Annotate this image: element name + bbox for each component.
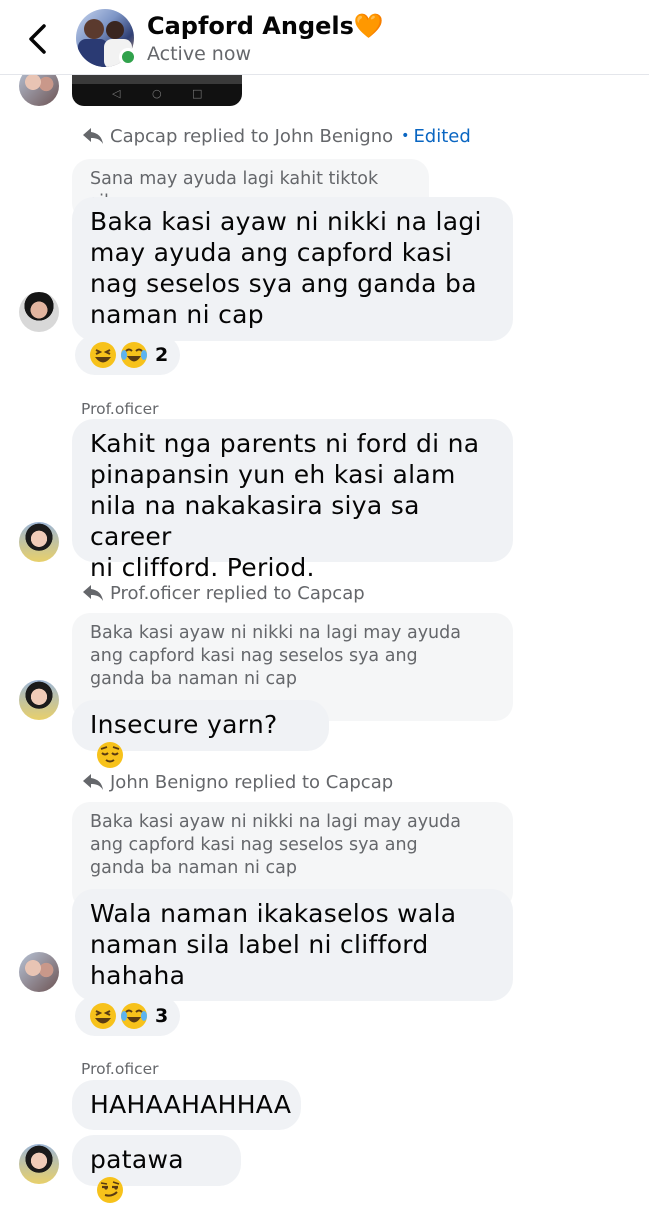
reply-context-text: Prof.oficer replied to Capcap [110,583,365,604]
message-line: Baka kasi ayaw ni nikki na lagi [90,207,482,236]
reaction-count: 2 [155,344,169,366]
avatar-prof-oficer[interactable] [19,1144,59,1184]
quoted-text: ganda ba naman ni cap [90,858,297,878]
message-bubble[interactable]: HAHAAHAHHAA [72,1080,301,1130]
message-line: may ayuda ang capford kasi [90,238,453,267]
message-line: hahaha [90,961,186,990]
quoted-text: ang capford kasi nag seselos sya ang [90,835,418,855]
reactions-pill[interactable]: 2 [75,335,181,375]
message-line: naman sila label ni clifford [90,930,429,959]
reply-context: Prof.oficer replied to Capcap [82,583,365,604]
reply-arrow-icon [83,585,103,601]
quoted-text: ganda ba naman ni cap [90,669,297,689]
relieved-face-emoji-icon [97,742,123,768]
reply-arrow-icon [83,128,103,144]
chat-title[interactable]: Capford Angels🧡 [147,12,384,40]
message-line: Wala naman ikakaselos wala [90,899,457,928]
message-line: Kahit nga parents ni ford di na [90,429,480,458]
quoted-text: Baka kasi ayaw ni nikki na lagi may ayud… [90,623,461,643]
nav-home-icon: ○ [152,87,162,100]
quoted-text: Baka kasi ayaw ni nikki na lagi may ayud… [90,812,461,832]
message-bubble[interactable]: Baka kasi ayaw ni nikki na lagi may ayud… [72,197,513,341]
message-line: ni clifford. Period. [90,553,315,582]
quoted-text: ang capford kasi nag seselos sya ang [90,646,418,666]
reaction-count: 3 [155,1005,169,1027]
smirking-face-emoji-icon [97,1177,123,1203]
message-line: nila na nakakasira siya sa career [90,491,420,551]
tears-of-joy-emoji-icon [121,342,147,368]
nav-recents-icon: □ [192,87,203,100]
avatar-capcap[interactable] [19,292,59,332]
reactions-pill[interactable]: 3 [75,996,181,1036]
avatar-prof-oficer[interactable] [19,522,59,562]
tears-of-joy-emoji-icon [121,1003,147,1029]
chat-header: Capford Angels🧡 Active now [0,0,649,75]
message-bubble[interactable]: Insecure yarn? [72,700,329,768]
message-bubble[interactable]: patawa [72,1135,241,1203]
reply-arrow-icon [83,774,103,790]
back-arrow-icon[interactable] [24,22,54,56]
message-line: naman ni cap [90,300,264,329]
reply-context-text: John Benigno replied to Capcap [110,772,394,793]
message-text: HAHAAHAHHAA [90,1090,292,1119]
online-status-dot [119,48,137,66]
avatar-john-benigno[interactable] [19,952,59,992]
active-status: Active now [147,43,252,65]
message-text: Insecure yarn? [90,710,278,739]
avatar-prof-oficer[interactable] [19,680,59,720]
sender-name[interactable]: Prof.oficer [81,400,159,418]
grinning-squinting-emoji-icon [90,1003,116,1029]
reply-context: Capcap replied to John Benigno • Edited [82,126,471,147]
message-text: patawa [90,1145,184,1174]
message-bubble[interactable]: Kahit nga parents ni ford di na pinapans… [72,419,513,582]
message-line: nag seselos sya ang ganda ba [90,269,477,298]
message-bubble[interactable]: Wala naman ikakaselos wala naman sila la… [72,889,513,1001]
image-attachment[interactable]: ◁ ○ □ [72,74,242,106]
reply-context: John Benigno replied to Capcap [82,772,393,793]
nav-back-icon: ◁ [112,87,121,100]
edited-label[interactable]: • Edited [401,126,471,147]
message-line: pinapansin yun eh kasi alam [90,460,456,489]
grinning-squinting-emoji-icon [90,342,116,368]
reply-context-text: Capcap replied to John Benigno [110,126,394,147]
sender-name[interactable]: Prof.oficer [81,1060,159,1078]
